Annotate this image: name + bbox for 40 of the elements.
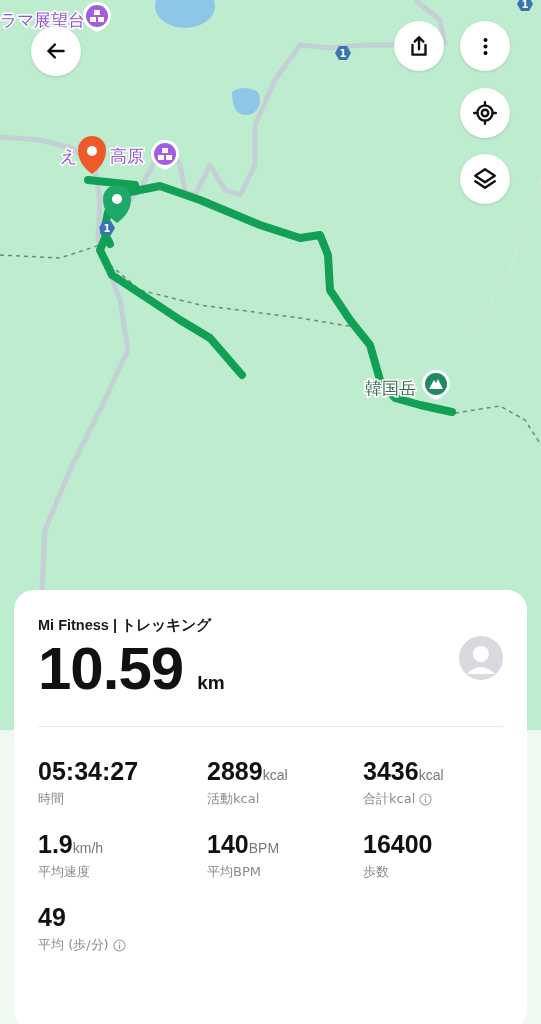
stat-unit: kcal: [262, 767, 288, 783]
stat-label: 歩数: [363, 863, 389, 881]
stat-label: 平均速度: [38, 863, 90, 881]
stat-label: 時間: [38, 790, 64, 808]
workout-source: Mi Fitness | トレッキング: [38, 616, 213, 635]
stat-unit: kcal: [418, 767, 444, 783]
stat-value: 1.9: [38, 830, 73, 859]
distance-unit: km: [197, 672, 225, 694]
lake: [232, 88, 260, 116]
crosshair-icon: [472, 100, 498, 126]
stat-unit: BPM: [248, 840, 280, 856]
stat-label: 合計kcal: [363, 790, 416, 808]
road-shield: 1: [517, 0, 533, 11]
stat-value: 140: [207, 830, 249, 859]
stat-value: 3436: [363, 757, 419, 786]
mountain-pin-icon: [422, 370, 450, 400]
stat-label: 活動kcal: [207, 790, 260, 808]
map-label: 高原: [110, 146, 144, 166]
stat-value: 05:34:27: [38, 757, 139, 786]
info-icon[interactable]: [419, 792, 433, 806]
start-pin-icon: [103, 185, 131, 223]
end-pin-icon: [78, 136, 106, 174]
stat-value: 2889: [207, 757, 263, 786]
distance-value: 10.59: [38, 637, 184, 700]
road-shield: 1: [99, 221, 115, 235]
landmark-pin-icon: [151, 140, 179, 170]
road-shield: 1: [335, 46, 351, 60]
map-label: え: [60, 146, 77, 166]
map-label: ラマ展望台: [0, 10, 85, 30]
stat-value: 49: [38, 903, 66, 932]
stat-unit: km/h: [72, 840, 104, 856]
info-icon[interactable]: [112, 938, 126, 952]
stat-label: 平均BPM: [207, 863, 261, 881]
stat-label: 平均 (歩/分): [38, 936, 109, 954]
layers-icon: [472, 166, 498, 192]
road: [413, 0, 448, 46]
landmark-pin-icon: [83, 2, 111, 32]
more-icon: [482, 36, 488, 56]
lake: [155, 0, 215, 28]
stat-value: 16400: [363, 830, 433, 859]
